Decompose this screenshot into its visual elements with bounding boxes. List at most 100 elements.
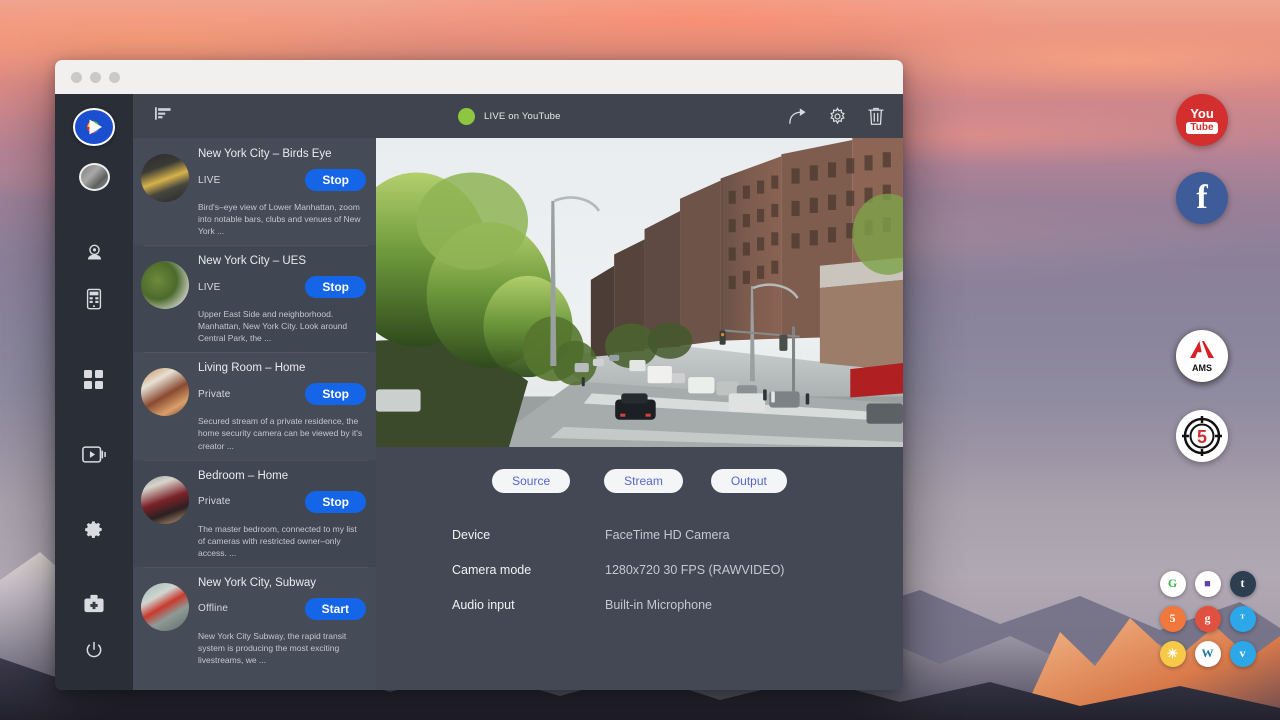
dock-icon-adobe-ams[interactable]: AMS — [1176, 330, 1228, 382]
video-preview[interactable] — [376, 138, 903, 447]
sidebar-item-power[interactable] — [74, 633, 114, 668]
live-indicator-dot — [458, 108, 475, 125]
camera-thumbnail — [141, 368, 189, 416]
info-value[interactable]: Built-in Microphone — [605, 598, 712, 612]
info-value[interactable]: FaceTime HD Camera — [605, 528, 730, 542]
first-aid-kit-icon — [83, 594, 105, 614]
settings-tabs: Source Stream Output — [376, 447, 903, 493]
camera-thumbnail — [141, 583, 189, 631]
list-align-icon[interactable] — [155, 106, 171, 126]
dock-icon-vimeo[interactable]: v — [1230, 641, 1256, 667]
app-logo[interactable] — [73, 108, 115, 146]
sidebar-item-devices[interactable] — [74, 281, 114, 316]
info-label: Camera mode — [452, 563, 605, 577]
camera-thumbnail — [141, 154, 189, 202]
tab-source[interactable]: Source — [492, 469, 570, 493]
dock-icon-target-five[interactable]: 5 — [1176, 410, 1228, 462]
dock-icon-five[interactable]: 5 — [1160, 606, 1186, 632]
dock-icon-wordpress[interactable]: W — [1195, 641, 1221, 667]
camera-title: Living Room – Home — [198, 362, 366, 374]
sidebar-item-webcam[interactable] — [74, 235, 114, 270]
camera-toggle-button[interactable]: Stop — [305, 491, 366, 513]
power-icon — [84, 640, 104, 660]
list-item[interactable]: New York City – UES LIVE Stop Upper East… — [133, 245, 376, 352]
dock-icon-sunrise[interactable]: ☀ — [1160, 641, 1186, 667]
desktop: New York City – Birds Eye LIVE Stop Bird… — [0, 0, 1280, 720]
camera-description: New York City Subway, the rapid transit … — [198, 630, 366, 666]
play-logo-icon — [82, 115, 106, 139]
dock-small-cluster: G ■ t 5 g ᵀ ☀ W v — [1155, 566, 1260, 671]
camera-list[interactable]: New York City – Birds Eye LIVE Stop Bird… — [133, 138, 376, 690]
sidebar-item-player[interactable] — [74, 437, 114, 472]
zoom-button[interactable] — [109, 72, 120, 83]
live-status-label: LIVE on YouTube — [484, 111, 561, 122]
facebook-f-glyph: f — [1196, 181, 1207, 215]
camera-description: Secured stream of a private residence, t… — [198, 415, 366, 451]
share-button[interactable] — [787, 105, 809, 127]
info-label: Device — [452, 528, 605, 542]
tab-output[interactable]: Output — [711, 469, 787, 493]
dock-icon-youtube[interactable]: You Tube — [1176, 94, 1228, 146]
minimize-button[interactable] — [90, 72, 101, 83]
camera-title: Bedroom – Home — [198, 470, 366, 482]
dock-icon-grabyo[interactable]: G — [1160, 571, 1186, 597]
app-window: New York City – Birds Eye LIVE Stop Bird… — [55, 60, 903, 690]
camera-status: LIVE — [198, 175, 220, 186]
close-button[interactable] — [71, 72, 82, 83]
camera-toggle-button[interactable]: Stop — [305, 383, 366, 405]
dock-icon-twitter[interactable]: ᵀ — [1230, 606, 1256, 632]
list-item[interactable]: New York City, Subway Offline Start New … — [133, 567, 376, 674]
settings-button[interactable] — [826, 105, 848, 127]
info-row-device: Device FaceTime HD Camera — [452, 528, 903, 542]
list-item[interactable]: Bedroom – Home Private Stop The master b… — [133, 460, 376, 567]
youtube-you-text: You — [1186, 107, 1217, 120]
list-align-icon-glyph — [155, 106, 171, 121]
target-five-icon: 5 — [1180, 414, 1224, 458]
info-row-audio-input: Audio input Built-in Microphone — [452, 598, 903, 612]
camera-title: New York City – Birds Eye — [198, 148, 366, 160]
camera-list-column: New York City – Birds Eye LIVE Stop Bird… — [133, 94, 376, 690]
info-label: Audio input — [452, 598, 605, 612]
main-column: LIVE on YouTube — [376, 94, 903, 690]
adobe-a-icon — [1189, 340, 1215, 359]
camera-description: Upper East Side and neighborhood. Manhat… — [198, 308, 366, 344]
list-item[interactable]: Living Room – Home Private Stop Secured … — [133, 352, 376, 459]
gear-icon — [828, 107, 847, 126]
device-mobile-icon — [84, 288, 104, 310]
info-value[interactable]: 1280x720 30 FPS (RAWVIDEO) — [605, 563, 784, 577]
video-frame — [376, 138, 903, 447]
camera-status: Private — [198, 389, 231, 400]
camera-toggle-button[interactable]: Stop — [305, 276, 366, 298]
camera-status: Offline — [198, 603, 228, 614]
camera-toggle-button[interactable]: Start — [305, 598, 366, 620]
live-status: LIVE on YouTube — [458, 108, 561, 125]
camera-thumbnail — [141, 261, 189, 309]
video-player-icon — [82, 445, 106, 464]
window-titlebar[interactable] — [55, 60, 903, 94]
sidebar-item-apps[interactable] — [74, 363, 114, 398]
camera-toggle-button[interactable]: Stop — [305, 169, 366, 191]
youtube-tube-text: Tube — [1186, 122, 1217, 134]
tab-stream[interactable]: Stream — [604, 469, 683, 493]
source-info-panel: Device FaceTime HD Camera Camera mode 12… — [376, 493, 903, 633]
main-toolbar: LIVE on YouTube — [376, 94, 903, 138]
gear-icon — [84, 519, 105, 540]
grid-apps-icon — [84, 370, 104, 390]
svg-text:5: 5 — [1197, 427, 1207, 447]
dock-icon-google-plus[interactable]: g — [1195, 606, 1221, 632]
sidebar-item-settings[interactable] — [74, 512, 114, 547]
camera-description: Bird's–eye view of Lower Manhattan, zoom… — [198, 201, 366, 237]
list-item[interactable]: New York City – Birds Eye LIVE Stop Bird… — [133, 138, 376, 245]
add-camera-button[interactable]: + Add Camera — [133, 674, 376, 690]
sidebar-item-support[interactable] — [74, 586, 114, 621]
dock-icon-twitch[interactable]: ■ — [1195, 571, 1221, 597]
share-icon — [788, 107, 808, 125]
trash-icon — [867, 107, 885, 126]
dock-icon-tumblr[interactable]: t — [1230, 571, 1256, 597]
camera-thumbnail — [141, 476, 189, 524]
app-body: New York City – Birds Eye LIVE Stop Bird… — [55, 94, 903, 690]
user-avatar-icon[interactable] — [79, 163, 110, 191]
delete-button[interactable] — [865, 105, 887, 127]
webcam-icon — [84, 242, 105, 263]
dock-icon-facebook[interactable]: f — [1176, 172, 1228, 224]
